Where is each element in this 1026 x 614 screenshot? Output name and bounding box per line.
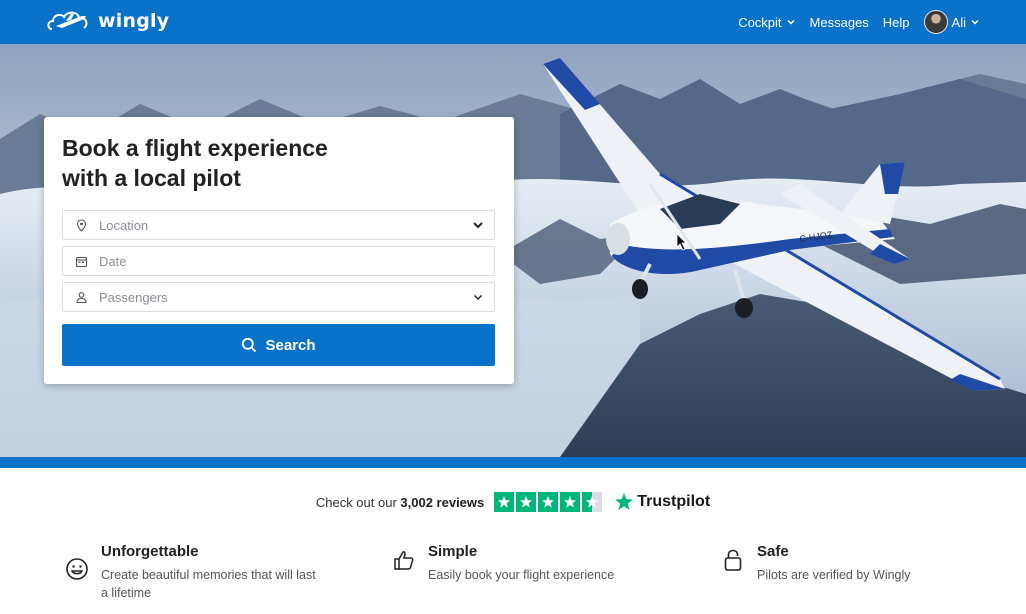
lock-icon: [724, 549, 742, 571]
chevron-down-icon: [971, 19, 979, 25]
feature-title: Unforgettable: [101, 543, 199, 560]
hero-bottom-band: [0, 457, 1026, 468]
wingly-logo[interactable]: wingly: [46, 7, 169, 35]
user-menu[interactable]: Ali: [923, 10, 980, 34]
title-line-1: Book a flight experience: [62, 135, 328, 161]
chevron-down-icon: [787, 19, 795, 25]
feature-simple: Simple Easily book your flight experienc…: [392, 540, 648, 584]
trustpilot-brand: Trustpilot: [637, 493, 711, 510]
feature-unforgettable: Unforgettable Create beautiful memories …: [65, 540, 321, 602]
feature-description: Pilots are verified by Wingly: [757, 568, 911, 582]
star-icon: [516, 492, 537, 512]
date-placeholder: Date: [99, 253, 127, 269]
top-nav: wingly Cockpit Messages Help Ali: [0, 0, 1026, 44]
passengers-select[interactable]: Passengers: [62, 282, 495, 312]
passengers-placeholder: Passengers: [99, 289, 168, 305]
nav-messages-label: Messages: [809, 14, 869, 30]
chevron-down-icon: [473, 294, 483, 301]
star-icon: [494, 492, 515, 512]
calendar-icon: [75, 256, 88, 267]
page-title: Book a flight experience with a local pi…: [62, 133, 402, 193]
date-field[interactable]: Date: [62, 246, 495, 276]
avatar: [923, 10, 948, 34]
star-icon: [560, 492, 581, 512]
reviews-prefix: Check out our: [315, 494, 397, 510]
booking-card: Book a flight experience with a local pi…: [44, 117, 514, 384]
location-placeholder: Location: [99, 217, 149, 233]
thumbs-up-icon: [394, 551, 414, 570]
chevron-down-icon: [473, 222, 483, 229]
search-icon: [242, 337, 257, 353]
person-icon: [76, 291, 87, 303]
nav-help-label: Help: [882, 14, 910, 30]
trustpilot-reviews: Check out our 3,002 reviews Trustpilot: [0, 492, 1026, 512]
nav-help[interactable]: Help: [883, 15, 910, 30]
search-button[interactable]: Search: [62, 324, 495, 366]
nav-cockpit-label: Cockpit: [738, 14, 782, 30]
feature-title: Safe: [757, 543, 789, 560]
reviews-count: 3,002 reviews: [400, 494, 485, 510]
star-icon: [538, 492, 559, 512]
feature-description: Easily book your flight experience: [428, 568, 615, 582]
feature-safe: Safe Pilots are verified by Wingly: [721, 540, 977, 584]
feature-title: Simple: [428, 543, 478, 560]
reviews-text[interactable]: Check out our 3,002 reviews: [316, 495, 484, 510]
nav-messages[interactable]: Messages: [810, 15, 869, 30]
search-button-label: Search: [265, 336, 316, 354]
user-name: Ali: [951, 14, 966, 30]
plane-cloud-logo-icon: [47, 11, 88, 30]
nav-cockpit[interactable]: Cockpit: [738, 15, 795, 30]
map-pin-icon: [76, 218, 87, 232]
rating-stars[interactable]: [494, 492, 603, 512]
trustpilot-star-icon: [615, 493, 634, 510]
title-line-2: with a local pilot: [62, 165, 241, 191]
smiley-icon: [66, 558, 88, 580]
feature-description: Create beautiful memories that will last…: [101, 568, 316, 600]
half-star-icon: [582, 492, 603, 512]
trustpilot-logo[interactable]: Trustpilot: [614, 492, 710, 512]
location-select[interactable]: Location: [62, 210, 495, 240]
brand-name: wingly: [98, 10, 170, 32]
